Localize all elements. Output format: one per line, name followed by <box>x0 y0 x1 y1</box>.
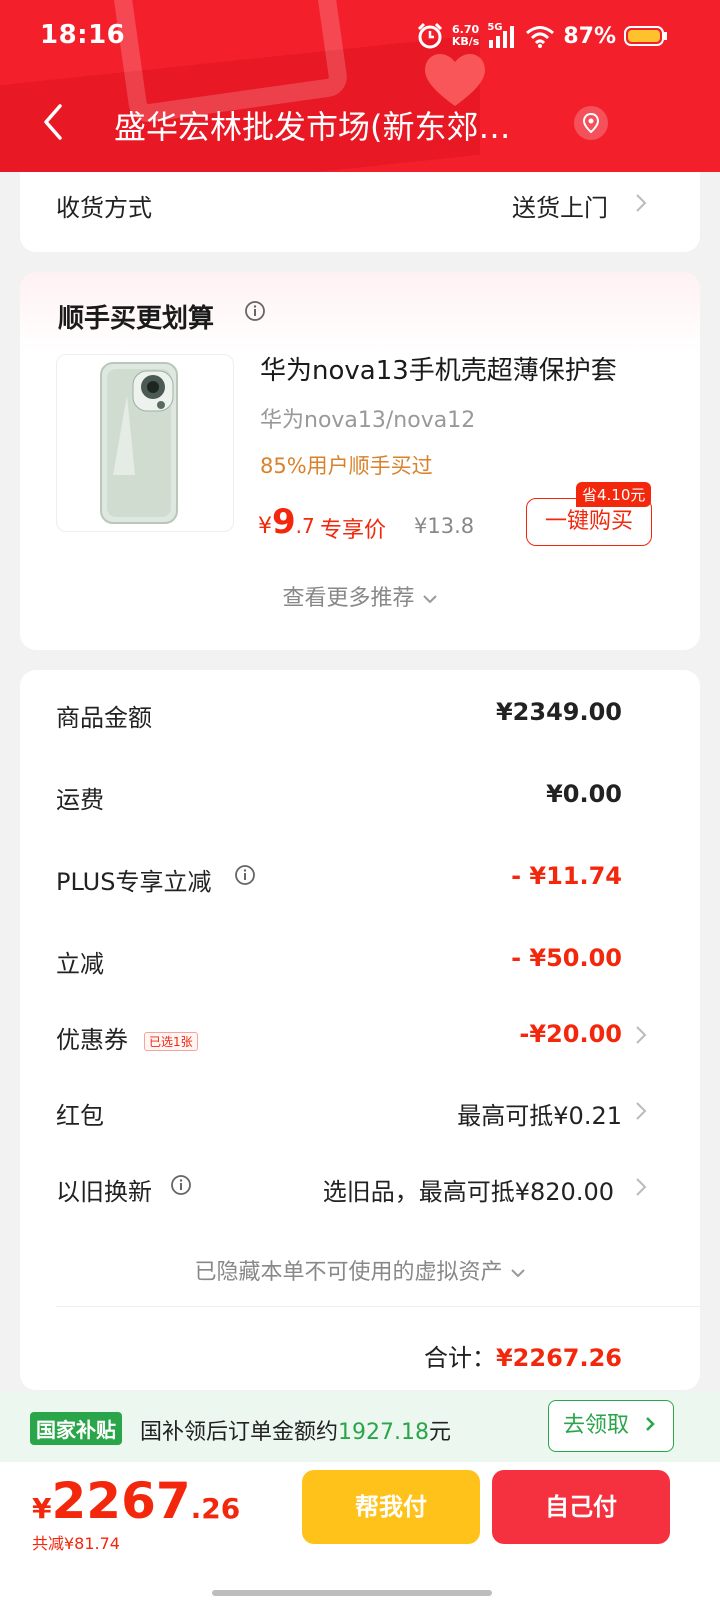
national-subsidy-bar: 国家补贴 国补领后订单金额约1927.18元 去领取 <box>0 1392 720 1462</box>
chevron-down-icon <box>510 1269 525 1278</box>
location-button[interactable] <box>574 106 608 140</box>
phone-case-image <box>100 362 178 524</box>
nav-bar: 盛华宏林批发市场(新东郊… <box>0 88 720 158</box>
location-pin-icon <box>582 112 600 134</box>
chevron-right-icon <box>636 1178 647 1196</box>
total-value: ¥2267.26 <box>495 1344 622 1372</box>
status-icons: 6.70 KB/s 5G 87% <box>416 22 668 50</box>
status-time: 18:16 <box>40 20 126 50</box>
pay-symbol: ¥ <box>32 1492 52 1525</box>
more-recommendations-label: 查看更多推荐 <box>282 586 415 611</box>
pay-integer: 2267 <box>51 1472 191 1530</box>
original-price: ¥13.8 <box>414 514 475 538</box>
signal-icon: 5G <box>487 22 517 48</box>
divider <box>56 1306 700 1307</box>
fee-summary-card: 商品金额 ¥2349.00 运费 ¥0.00 PLUS专享立减 - ¥11.74… <box>20 670 700 1390</box>
total-saved[interactable]: 共减¥81.74 <box>32 1530 120 1554</box>
plus-discount-label: PLUS专享立减 <box>56 868 212 896</box>
national-subsidy-badge: 国家补贴 <box>30 1412 122 1445</box>
chevron-right-icon <box>646 1417 655 1431</box>
net-speed-unit: KB/s <box>451 35 480 48</box>
product-image[interactable] <box>56 354 234 532</box>
back-icon[interactable] <box>38 102 68 142</box>
battery-level: 87% <box>563 23 616 49</box>
claim-subsidy-button[interactable]: 去领取 <box>548 1400 674 1452</box>
info-icon[interactable] <box>170 1174 192 1196</box>
chevron-right-icon <box>636 1026 647 1044</box>
subsidy-unit: 元 <box>429 1420 452 1445</box>
red-packet-value: 最高可抵¥0.21 <box>457 1102 622 1130</box>
goods-amount-label: 商品金额 <box>56 704 152 732</box>
goods-amount-value: ¥2349.00 <box>495 698 622 726</box>
delivery-label: 收货方式 <box>56 194 152 222</box>
help-me-pay-button[interactable]: 帮我付 <box>302 1470 480 1544</box>
price-tag: 专享价 <box>320 518 387 543</box>
store-title[interactable]: 盛华宏林批发市场(新东郊… <box>114 102 511 148</box>
hidden-assets-toggle[interactable]: 已隐藏本单不可使用的虚拟资产 <box>20 1254 700 1286</box>
chevron-down-icon <box>422 595 437 604</box>
info-icon[interactable] <box>244 300 266 322</box>
save-badge: 省4.10元 <box>576 482 652 507</box>
header: 18:16 6.70 KB/s 5G 87% 盛华宏林批发市场(新东郊… <box>0 0 720 172</box>
home-indicator[interactable] <box>212 1590 492 1596</box>
product-price: ¥9.7 <box>258 502 315 542</box>
instant-discount-value: - ¥50.00 <box>511 944 622 972</box>
shipping-value: ¥0.00 <box>546 780 622 808</box>
subsidy-amount: 1927.18 <box>338 1420 429 1445</box>
more-recommendations-link[interactable]: 查看更多推荐 <box>20 580 700 612</box>
product-name[interactable]: 华为nova13手机壳超薄保护套 <box>260 350 617 387</box>
instant-discount-label: 立减 <box>56 950 104 978</box>
hidden-assets-label: 已隐藏本单不可使用的虚拟资产 <box>194 1260 503 1285</box>
price-decimal: .7 <box>295 514 315 538</box>
coupon-selected-badge: 已选1张 <box>144 1032 198 1051</box>
subsidy-text: 国补领后订单金额约1927.18元 <box>140 1414 451 1446</box>
order-total: 合计：¥2267.26 <box>424 1338 622 1373</box>
pay-decimal: .26 <box>190 1492 241 1525</box>
battery-icon <box>624 26 667 46</box>
pay-total: ¥2267.26 <box>32 1472 240 1530</box>
pay-myself-button[interactable]: 自己付 <box>492 1470 670 1544</box>
trade-in-label: 以旧换新 <box>56 1178 152 1206</box>
addon-title: 顺手买更划算 <box>58 304 215 334</box>
subsidy-description: 国补领后订单金额约 <box>140 1420 339 1445</box>
price-integer: 9 <box>272 502 296 542</box>
coupon-value: -¥20.00 <box>519 1020 622 1048</box>
network-speed: 6.70 KB/s <box>452 24 479 48</box>
wifi-icon <box>526 26 555 48</box>
status-bar: 18:16 6.70 KB/s 5G 87% <box>0 0 720 74</box>
plus-discount-value: - ¥11.74 <box>511 862 622 890</box>
delivery-value: 送货上门 <box>512 194 608 222</box>
price-symbol: ¥ <box>258 514 272 539</box>
shipping-label: 运费 <box>56 786 104 814</box>
info-icon[interactable] <box>234 864 256 886</box>
chevron-right-icon <box>636 194 647 212</box>
product-model: 华为nova13/nova12 <box>260 408 476 433</box>
chevron-right-icon <box>636 1102 647 1120</box>
total-label: 合计： <box>423 1344 496 1372</box>
addon-card: 顺手买更划算 华为nova13手机壳超薄保护套 华为nova13/nova12 … <box>20 272 700 650</box>
product-hint: 85%用户顺手买过 <box>260 454 433 478</box>
claim-subsidy-label: 去领取 <box>563 1413 630 1438</box>
red-packet-label: 红包 <box>56 1102 104 1130</box>
trade-in-value: 选旧品，最高可抵¥820.00 <box>322 1178 614 1206</box>
alarm-icon <box>417 22 442 49</box>
delivery-card[interactable]: 收货方式 送货上门 <box>20 172 700 252</box>
coupon-label: 优惠券 <box>56 1026 128 1054</box>
bottom-pay-bar: ¥2267.26 共减¥81.74 帮我付 自己付 <box>0 1462 720 1600</box>
